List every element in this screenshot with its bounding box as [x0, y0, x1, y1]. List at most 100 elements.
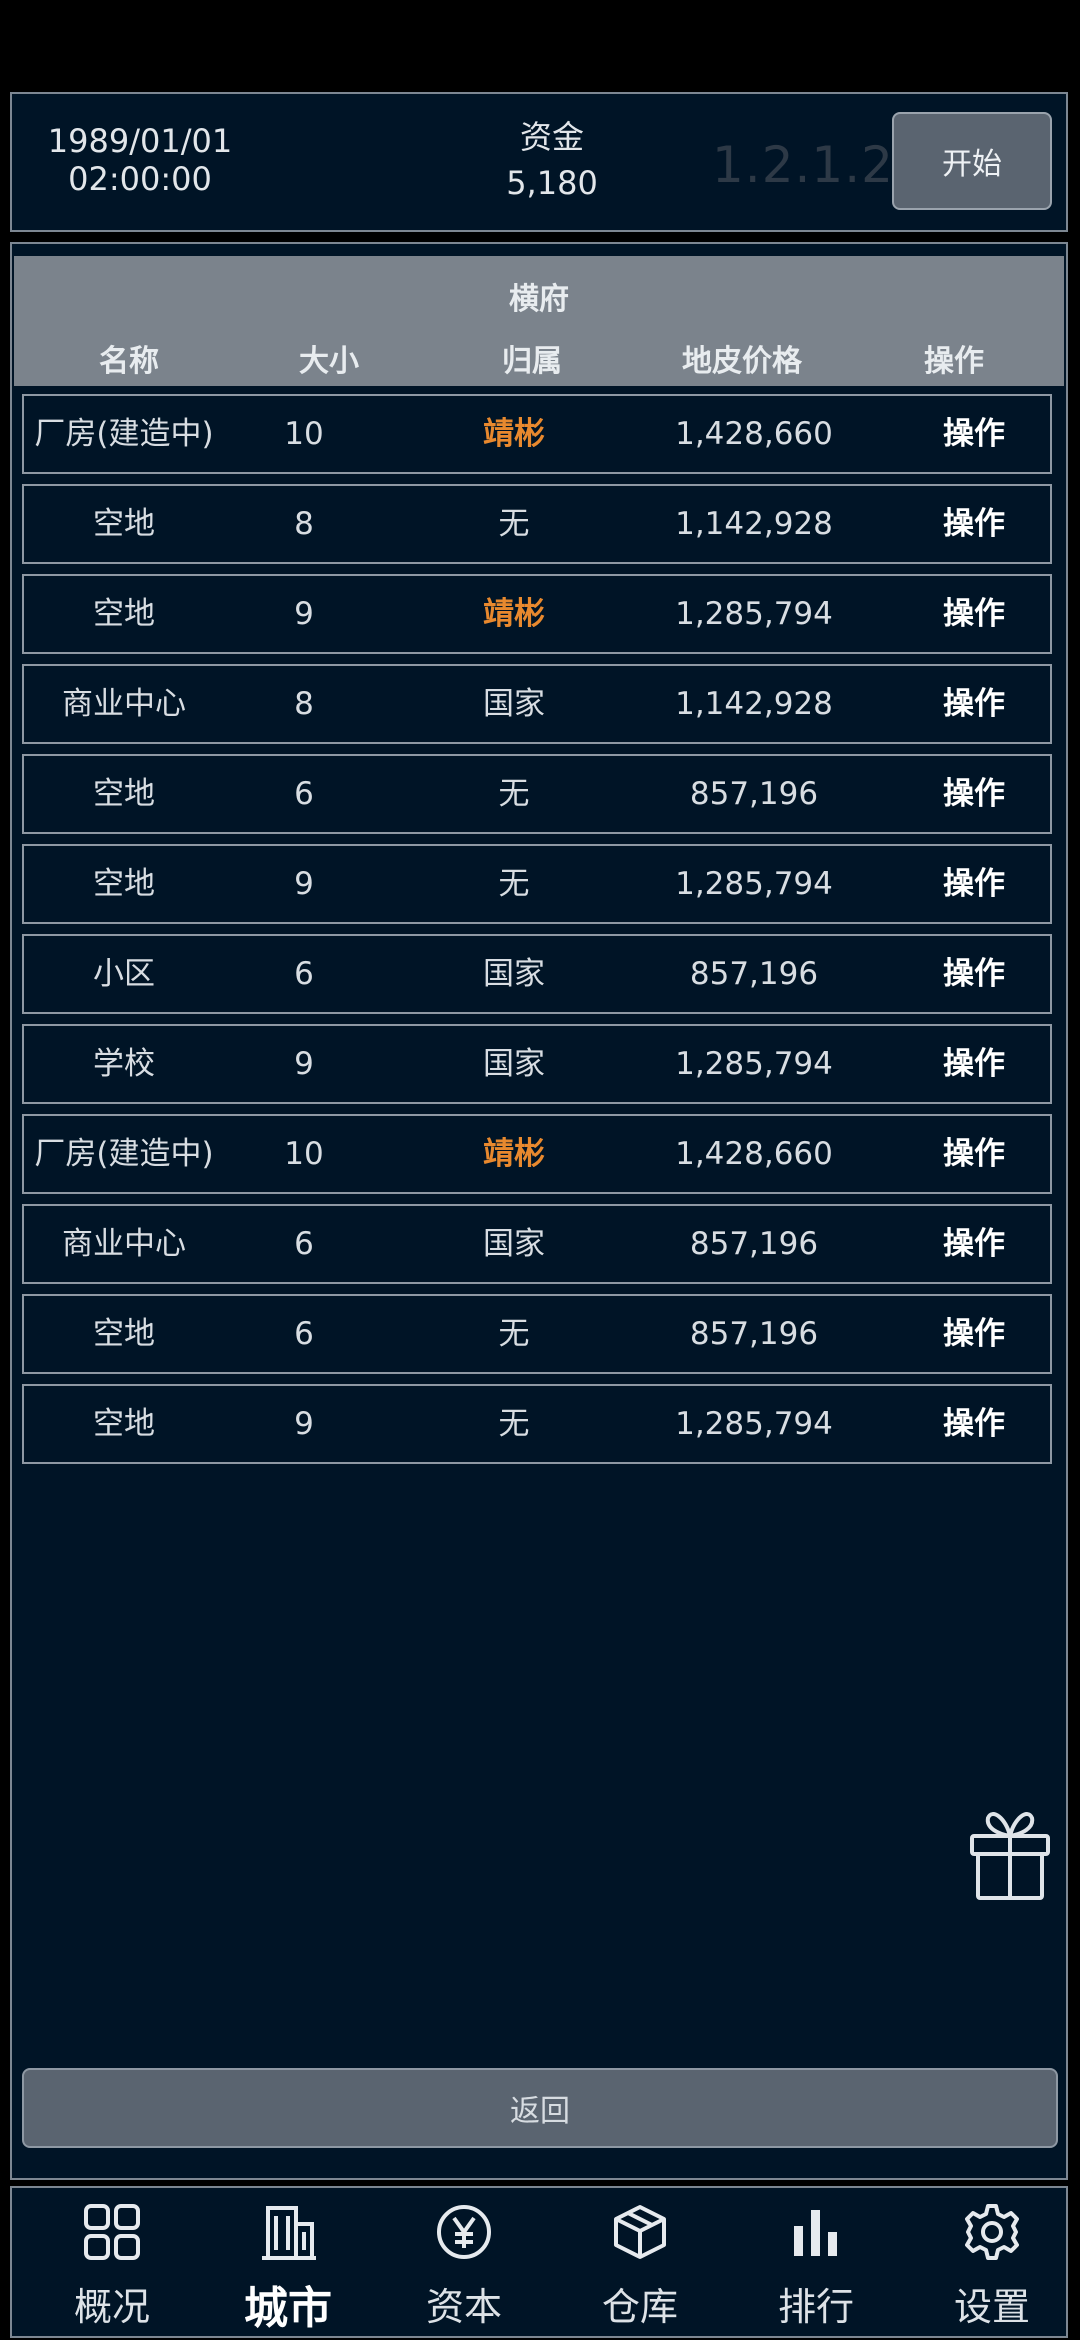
- table-row: 商业中心 6 国家 857,196 操作: [22, 1204, 1052, 1284]
- nav-overview[interactable]: 概况: [24, 2188, 200, 2336]
- cell-name: 小区: [93, 956, 155, 992]
- cell-owner: 靖彬: [483, 596, 545, 632]
- yen-icon: [437, 2205, 491, 2259]
- table-row: 商业中心 8 国家 1,142,928 操作: [22, 664, 1052, 744]
- cell-size: 6: [294, 776, 314, 812]
- cell-name: 厂房(建造中): [34, 416, 214, 452]
- column-header-price: 地皮价格: [682, 344, 802, 379]
- cell-price: 1,142,928: [675, 506, 833, 542]
- building-icon: [262, 2206, 316, 2260]
- funds-label: 资金: [519, 118, 584, 156]
- bar-chart-icon: [794, 2210, 837, 2256]
- cell-name: 商业中心: [62, 686, 186, 722]
- table-row: 空地 8 无 1,142,928 操作: [22, 484, 1052, 564]
- cell-size: 6: [294, 1316, 314, 1352]
- nav-settings-label: 设置: [953, 2285, 1030, 2329]
- cell-name: 学校: [93, 1046, 155, 1082]
- column-header-action: 操作: [924, 344, 984, 379]
- cell-price: 857,196: [689, 776, 819, 812]
- nav-warehouse-label: 仓库: [601, 2285, 678, 2329]
- table-header: 横府 名称 大小 归属 地皮价格 操作: [14, 256, 1064, 386]
- cell-size: 6: [294, 956, 314, 992]
- cell-price: 857,196: [689, 956, 819, 992]
- action-button[interactable]: 操作: [904, 756, 1044, 832]
- nav-ranking-label: 排行: [777, 2285, 854, 2329]
- cell-owner: 无: [498, 506, 530, 542]
- action-button[interactable]: 操作: [904, 846, 1044, 922]
- table-row: 空地 9 无 1,285,794 操作: [22, 1384, 1052, 1464]
- cell-owner: 靖彬: [483, 1136, 545, 1172]
- action-button[interactable]: 操作: [904, 1296, 1044, 1372]
- cell-size: 10: [284, 1136, 324, 1172]
- cell-size: 8: [294, 506, 314, 542]
- nav-ranking[interactable]: 排行: [728, 2188, 904, 2336]
- cell-name: 厂房(建造中): [34, 1136, 214, 1172]
- cell-price: 1,428,660: [675, 416, 833, 452]
- bottom-nav: 概况 城市 资本 仓库 排行 设置: [10, 2186, 1068, 2338]
- table-row: 厂房(建造中) 10 靖彬 1,428,660 操作: [22, 1114, 1052, 1194]
- funds-display: 资金 5,180: [452, 114, 652, 206]
- game-date: 1989/01/01: [47, 122, 233, 160]
- action-button[interactable]: 操作: [904, 576, 1044, 652]
- main-panel: 横府 名称 大小 归属 地皮价格 操作 厂房(建造中) 10 靖彬 1,428,660…: [10, 242, 1068, 2180]
- cell-owner: 国家: [483, 1046, 545, 1082]
- cell-name: 空地: [93, 776, 155, 812]
- cell-size: 9: [294, 866, 314, 902]
- city-title: 横府: [509, 282, 569, 317]
- cell-owner: 国家: [483, 956, 545, 992]
- action-button[interactable]: 操作: [904, 936, 1044, 1012]
- nav-capital-label: 资本: [425, 2285, 502, 2329]
- cell-price: 1,428,660: [675, 1136, 833, 1172]
- action-button[interactable]: 操作: [904, 1026, 1044, 1102]
- nav-city[interactable]: 城市: [200, 2188, 376, 2336]
- nav-settings[interactable]: 设置: [904, 2188, 1080, 2336]
- cell-owner: 无: [498, 1316, 530, 1352]
- nav-warehouse[interactable]: 仓库: [552, 2188, 728, 2336]
- cell-name: 空地: [93, 596, 155, 632]
- nav-capital[interactable]: 资本: [376, 2188, 552, 2336]
- gift-icon[interactable]: [968, 1810, 1052, 1902]
- cell-name: 空地: [93, 506, 155, 542]
- cell-size: 10: [284, 416, 324, 452]
- action-button[interactable]: 操作: [904, 396, 1044, 472]
- cell-size: 9: [294, 1046, 314, 1082]
- action-button[interactable]: 操作: [904, 1386, 1044, 1462]
- cell-price: 1,285,794: [675, 596, 833, 632]
- column-header-owner: 归属: [502, 344, 562, 379]
- cell-owner: 国家: [483, 686, 545, 722]
- grid-icon: [84, 2204, 140, 2260]
- header-panel: 1989/01/01 02:00:00 资金 5,180 1.2.1.2 开始: [10, 92, 1068, 232]
- cell-owner: 无: [498, 1406, 530, 1442]
- cell-price: 857,196: [689, 1316, 819, 1352]
- nav-overview-label: 概况: [73, 2285, 150, 2329]
- cell-name: 商业中心: [62, 1226, 186, 1262]
- back-button[interactable]: 返回: [22, 2068, 1058, 2148]
- status-bar: [0, 0, 1080, 80]
- cell-name: 空地: [93, 1406, 155, 1442]
- cell-price: 857,196: [689, 1226, 819, 1262]
- cell-size: 9: [294, 596, 314, 632]
- action-button[interactable]: 操作: [904, 486, 1044, 562]
- cell-owner: 国家: [483, 1226, 545, 1262]
- cell-name: 空地: [93, 866, 155, 902]
- table-row: 学校 9 国家 1,285,794 操作: [22, 1024, 1052, 1104]
- cell-size: 9: [294, 1406, 314, 1442]
- start-button[interactable]: 开始: [892, 112, 1052, 210]
- game-datetime: 1989/01/01 02:00:00: [40, 122, 240, 198]
- cell-price: 1,285,794: [675, 1406, 833, 1442]
- game-time: 02:00:00: [68, 160, 212, 198]
- table-row: 空地 6 无 857,196 操作: [22, 754, 1052, 834]
- column-header-size: 大小: [299, 344, 359, 379]
- table-row: 厂房(建造中) 10 靖彬 1,428,660 操作: [22, 394, 1052, 474]
- nav-city-label: 城市: [244, 2283, 332, 2334]
- column-header-name: 名称: [99, 344, 159, 379]
- action-button[interactable]: 操作: [904, 666, 1044, 742]
- box-icon: [614, 2205, 666, 2259]
- funds-value: 5,180: [506, 164, 598, 202]
- cell-price: 1,285,794: [675, 866, 833, 902]
- action-button[interactable]: 操作: [904, 1116, 1044, 1192]
- version-text: 1.2.1.2: [712, 136, 894, 194]
- action-button[interactable]: 操作: [904, 1206, 1044, 1282]
- column-headers: 名称 大小 归属 地皮价格 操作: [14, 336, 1064, 379]
- table-row: 空地 9 靖彬 1,285,794 操作: [22, 574, 1052, 654]
